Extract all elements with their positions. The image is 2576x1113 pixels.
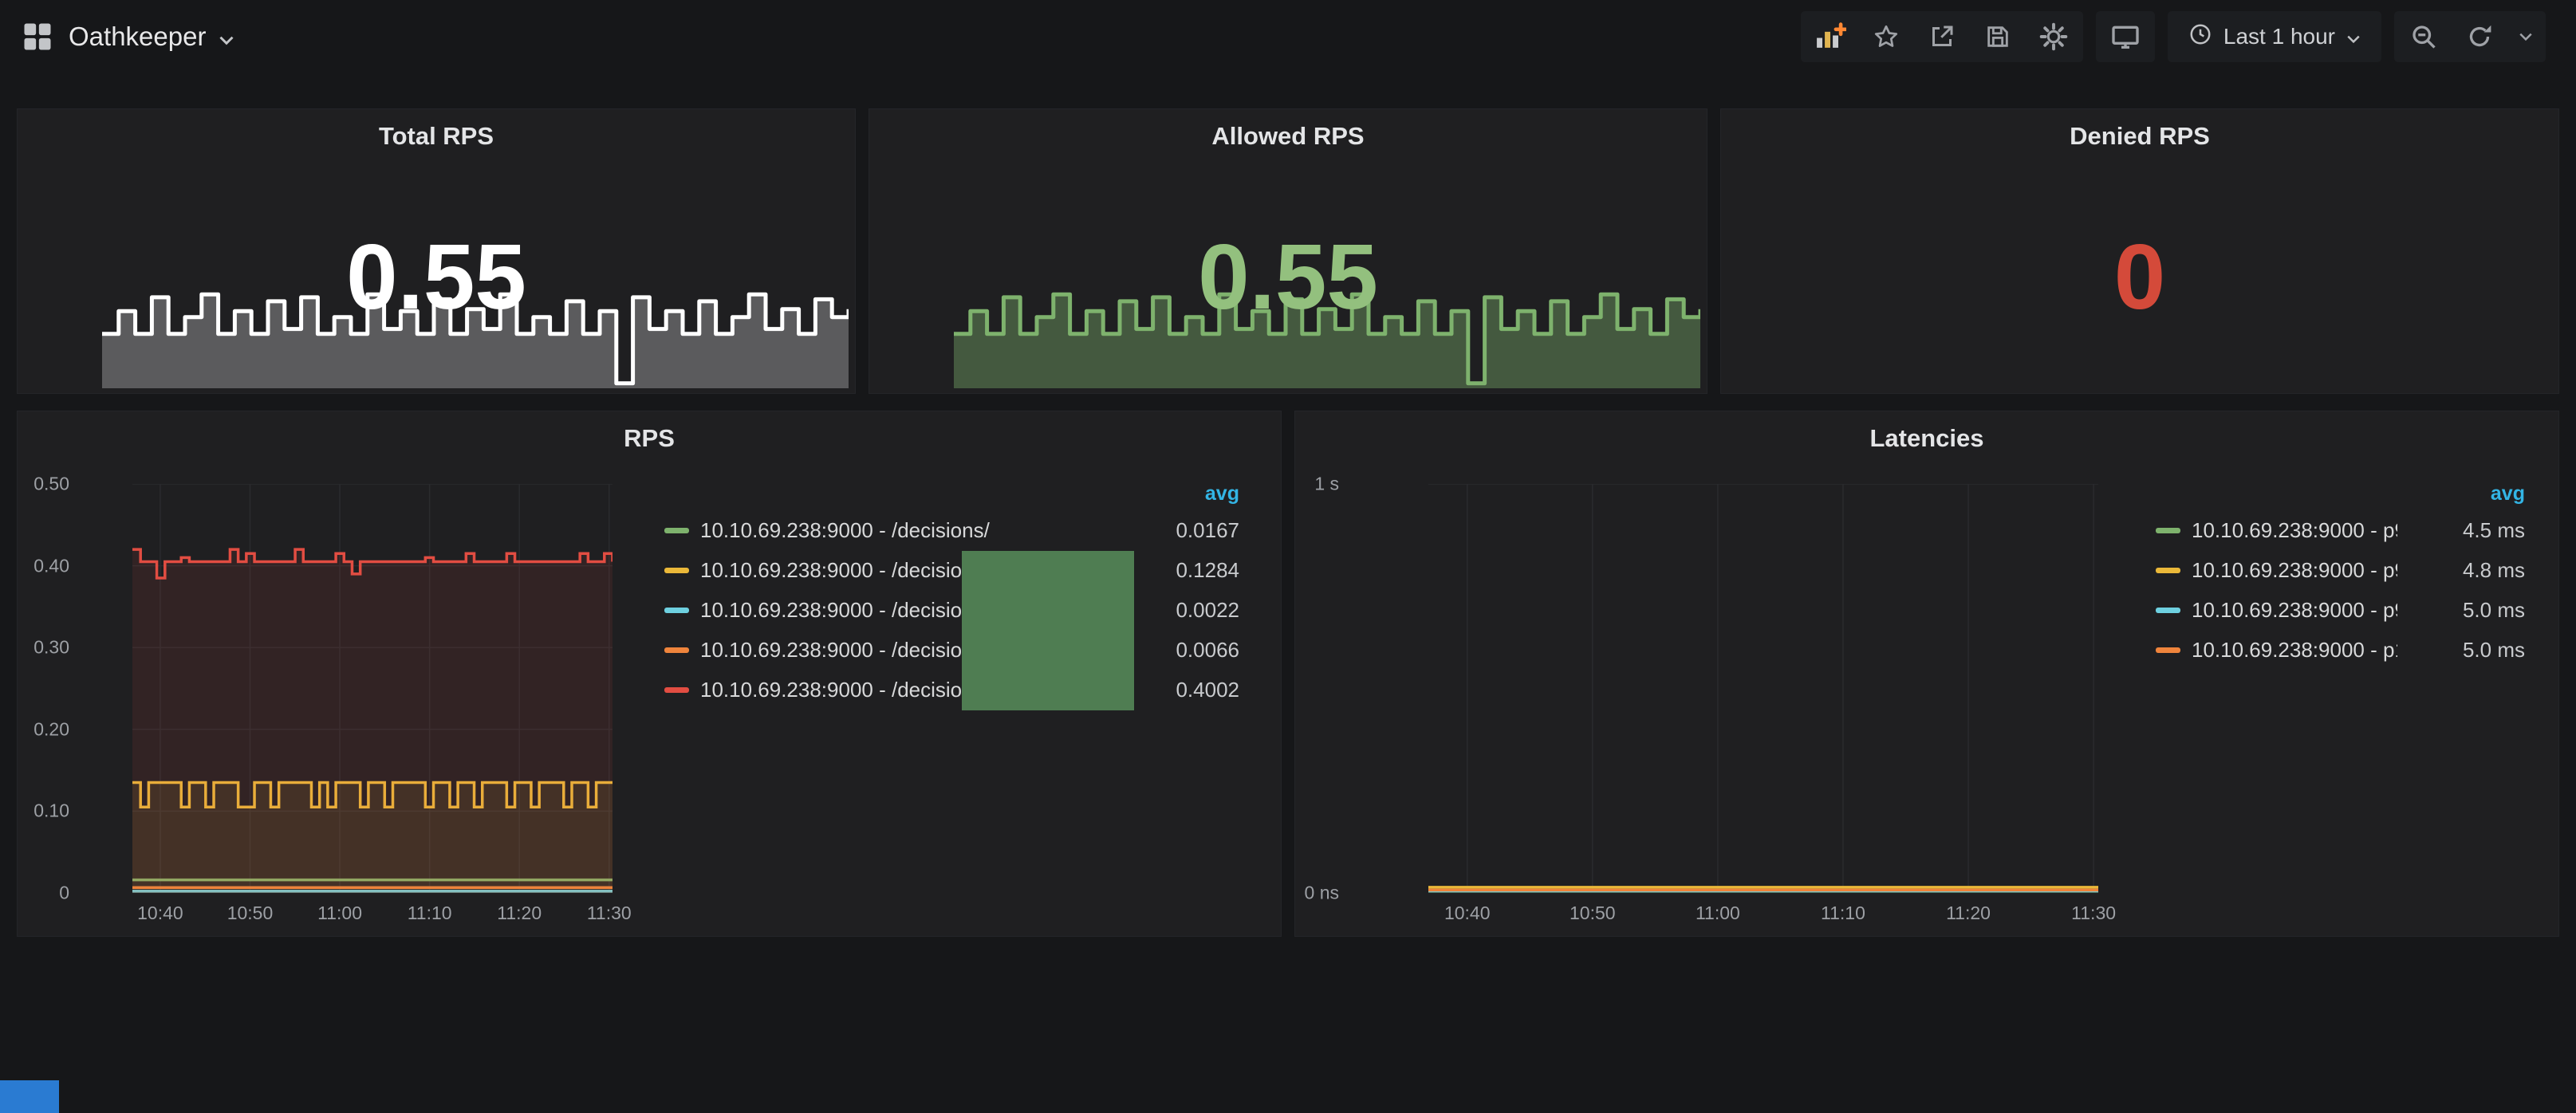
x-axis-tick: 11:10 — [1821, 903, 1865, 924]
legend-row[interactable]: 10.10.69.238:9000 - /decisions/0.1284 — [664, 550, 1239, 590]
stat-value: 0.55 — [869, 230, 1707, 323]
total-rps-panel: Total RPS 0.55 — [17, 108, 856, 394]
series-color-dash-icon[interactable] — [664, 528, 689, 533]
tv-mode-monitor-icon[interactable] — [2097, 11, 2153, 62]
x-axis-tick: 10:50 — [1570, 903, 1616, 924]
graph-row: RPS 0.50 0.40 0.30 0.20 0.10 0 10:40 10:50 11:0… — [0, 411, 2576, 937]
stat-row: Total RPS 0.55 Allowed RPS 0.55 Denied R… — [0, 108, 2576, 394]
y-axis-tick: 0.40 — [33, 555, 69, 576]
series-color-dash-icon[interactable] — [664, 687, 689, 693]
green-overlay-box — [962, 551, 1134, 710]
tv-mode-group — [2096, 11, 2155, 62]
legend-avg-header[interactable]: avg — [2156, 477, 2525, 510]
add-panel-button[interactable] — [1802, 11, 1858, 62]
star-button[interactable] — [1858, 11, 1914, 62]
y-axis-tick: 0.20 — [33, 718, 69, 740]
share-button[interactable] — [1914, 11, 1970, 62]
legend-row[interactable]: 10.10.69.238:9000 - p904.5 ms — [2156, 510, 2525, 550]
refresh-interval-chevron-icon[interactable] — [2507, 11, 2544, 62]
legend-table: avg10.10.69.238:9000 - /decisions/0.0167… — [664, 477, 1239, 710]
y-axis-tick: 1 s — [1314, 474, 1339, 495]
zoom-refresh-group — [2394, 11, 2546, 62]
y-axis-tick: 0 ns — [1305, 883, 1339, 904]
x-axis-tick: 11:00 — [1696, 903, 1740, 924]
x-axis-tick: 11:10 — [408, 903, 452, 924]
x-axis: 10:4010:5011:0011:1011:2011:30 — [1428, 903, 2098, 928]
series-color-dash-icon[interactable] — [664, 608, 689, 613]
rps-graph-area[interactable] — [132, 484, 612, 893]
series-label[interactable]: 10.10.69.238:9000 - p99 — [2192, 598, 2397, 623]
series-color-dash-icon[interactable] — [2156, 647, 2180, 653]
x-axis-tick: 10:40 — [137, 903, 183, 924]
series-label[interactable]: 10.10.69.238:9000 - p100 — [2192, 638, 2397, 663]
series-label[interactable]: 10.10.69.238:9000 - p95 — [2192, 558, 2397, 583]
series-color-dash-icon[interactable] — [2156, 608, 2180, 613]
y-axis: 0.500.400.300.200.100 — [18, 484, 72, 893]
legend-table: avg10.10.69.238:9000 - p904.5 ms10.10.69… — [2156, 477, 2525, 670]
chevron-down-icon — [2346, 24, 2361, 49]
x-axis-tick: 10:50 — [227, 903, 274, 924]
series-avg-value: 0.0167 — [1112, 518, 1239, 543]
grafana-dashboard: Oathkeeper — [0, 0, 2576, 937]
time-picker-button[interactable]: Last 1 hour — [2168, 11, 2381, 62]
panel-title[interactable]: Total RPS — [18, 122, 855, 151]
zoom-out-icon[interactable] — [2396, 11, 2452, 62]
panel-title[interactable]: Latencies — [1295, 424, 2558, 453]
x-axis-tick: 10:40 — [1444, 903, 1491, 924]
denied-rps-panel: Denied RPS 0 — [1720, 108, 2559, 394]
series-avg-value: 5.0 ms — [2397, 598, 2525, 623]
series-label[interactable]: 10.10.69.238:9000 - p90 — [2192, 518, 2397, 543]
side-menu-accent[interactable] — [0, 1080, 59, 1113]
x-axis-tick: 11:30 — [2071, 903, 2116, 924]
dashboard-body: Total RPS 0.55 Allowed RPS 0.55 Denied R… — [0, 108, 2576, 937]
series-color-dash-icon[interactable] — [664, 568, 689, 573]
time-range-label: Last 1 hour — [2223, 24, 2335, 49]
panel-title[interactable]: Allowed RPS — [869, 122, 1707, 151]
x-axis-tick: 11:30 — [587, 903, 632, 924]
series-color-dash-icon[interactable] — [2156, 568, 2180, 573]
allowed-rps-panel: Allowed RPS 0.55 — [869, 108, 1707, 394]
navbar: Oathkeeper — [0, 0, 2576, 73]
y-axis-tick: 0.50 — [33, 474, 69, 495]
dashboard-picker-grid-icon[interactable] — [19, 11, 56, 62]
x-axis-tick: 11:20 — [1946, 903, 1991, 924]
legend-row[interactable]: 10.10.69.238:9000 - p995.0 ms — [2156, 590, 2525, 630]
save-button[interactable] — [1970, 11, 2026, 62]
series-avg-value: 4.5 ms — [2397, 518, 2525, 543]
series-avg-value: 5.0 ms — [2397, 638, 2525, 663]
legend-row[interactable]: 10.10.69.238:9000 - /decisions/0.4002 — [664, 670, 1239, 710]
legend-avg-header[interactable]: avg — [664, 477, 1239, 510]
legend-row[interactable]: 10.10.69.238:9000 - /decisions/0.0167 — [664, 510, 1239, 550]
legend-row[interactable]: 10.10.69.238:9000 - p954.8 ms — [2156, 550, 2525, 590]
latencies-graph-area[interactable] — [1428, 484, 2098, 893]
latencies-panel: Latencies 1 s0 ns 10:4010:5011:0011:1011… — [1294, 411, 2559, 937]
series-color-dash-icon[interactable] — [664, 647, 689, 653]
x-axis: 10:4010:5011:0011:1011:2011:30 — [132, 903, 612, 928]
chevron-down-icon[interactable] — [219, 35, 234, 45]
clock-icon — [2188, 22, 2212, 52]
legend-row[interactable]: 10.10.69.238:9000 - /decisions/0.0022 — [664, 590, 1239, 630]
dashboard-title[interactable]: Oathkeeper — [69, 22, 206, 52]
dashboard-actions-group — [1801, 11, 2083, 62]
legend-row[interactable]: 10.10.69.238:9000 - p1005.0 ms — [2156, 630, 2525, 670]
series-color-dash-icon[interactable] — [2156, 528, 2180, 533]
y-axis-tick: 0.10 — [33, 800, 69, 822]
legend-row[interactable]: 10.10.69.238:9000 - /decisions/0.0066 — [664, 630, 1239, 670]
panel-title[interactable]: Denied RPS — [1721, 122, 2558, 151]
navbar-left: Oathkeeper — [19, 11, 234, 62]
navbar-right: Last 1 hour — [1801, 11, 2546, 62]
series-label[interactable]: 10.10.69.238:9000 - /decisions/ — [700, 518, 1112, 543]
panel-title[interactable]: RPS — [18, 424, 1281, 453]
settings-gear-icon[interactable] — [2026, 11, 2082, 62]
series-avg-value: 4.8 ms — [2397, 558, 2525, 583]
rps-panel: RPS 0.50 0.40 0.30 0.20 0.10 0 10:40 10:50 11:0… — [17, 411, 1282, 937]
y-axis-tick: 0.30 — [33, 637, 69, 659]
stat-value: 0 — [1721, 230, 2558, 323]
y-axis-tick: 0 — [59, 883, 69, 904]
y-axis: 1 s0 ns — [1295, 484, 1341, 893]
x-axis-tick: 11:00 — [317, 903, 362, 924]
x-axis-tick: 11:20 — [497, 903, 542, 924]
refresh-icon[interactable] — [2452, 11, 2507, 62]
stat-value: 0.55 — [18, 230, 855, 323]
